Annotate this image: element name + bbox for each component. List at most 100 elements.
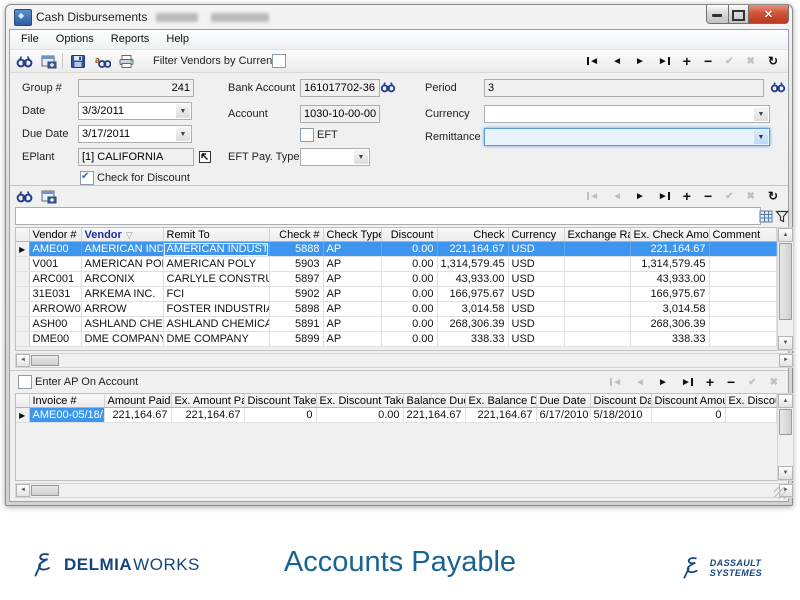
- scroll-left-icon[interactable]: ◄: [16, 354, 30, 367]
- due-date-combo[interactable]: 3/17/2011▼: [78, 125, 192, 143]
- maximize-button[interactable]: [728, 5, 749, 24]
- bank-account-search-icon[interactable]: [380, 78, 397, 93]
- column-header[interactable]: Ex. Check Amount: [630, 228, 709, 242]
- grid-view-icon[interactable]: [759, 208, 776, 223]
- nav-delete-button[interactable]: −: [704, 188, 712, 204]
- cell[interactable]: AME00-05/18/10: [29, 408, 104, 423]
- cell[interactable]: [564, 317, 630, 332]
- cell[interactable]: 5899: [269, 332, 323, 347]
- chevron-down-icon[interactable]: ▼: [754, 107, 768, 121]
- column-header[interactable]: Remit To: [163, 228, 269, 242]
- cell[interactable]: [564, 302, 630, 317]
- menu-file[interactable]: File: [14, 30, 46, 45]
- cell[interactable]: [564, 287, 630, 302]
- eft-pay-type-combo[interactable]: ▼: [300, 148, 370, 166]
- cell[interactable]: [564, 257, 630, 272]
- table-row[interactable]: ARC001ARCONIXCARLYLE CONSTRUCTI5897AP0.0…: [16, 272, 776, 287]
- find-icon[interactable]: [16, 188, 33, 203]
- cell[interactable]: DME COMPANY: [163, 332, 269, 347]
- cell[interactable]: 338.33: [630, 332, 709, 347]
- cell[interactable]: AP: [323, 272, 381, 287]
- scroll-down-icon[interactable]: ▼: [778, 466, 793, 480]
- cell[interactable]: DME00: [29, 332, 81, 347]
- group-field[interactable]: 241: [78, 79, 194, 97]
- remittance-type-combo[interactable]: ▼: [484, 128, 770, 146]
- vendor-search-input[interactable]: [15, 207, 761, 225]
- cell[interactable]: 43,933.00: [437, 272, 508, 287]
- nav-prev-button[interactable]: ◄: [612, 191, 622, 202]
- cell[interactable]: 5888: [269, 242, 323, 257]
- eft-checkbox[interactable]: [300, 128, 314, 142]
- nav-next-button[interactable]: ►: [635, 56, 645, 67]
- cell[interactable]: AMERICAN POLY: [163, 257, 269, 272]
- column-header[interactable]: Ex. Balance Due: [465, 394, 536, 408]
- column-header[interactable]: Ex. Amount Paid: [171, 394, 244, 408]
- cell[interactable]: 0.00: [316, 408, 403, 423]
- cell[interactable]: AMERICAN POLY: [81, 257, 163, 272]
- cell[interactable]: 0: [651, 408, 725, 423]
- cell[interactable]: [564, 242, 630, 257]
- nav-last-button[interactable]: ►: [658, 56, 670, 67]
- cell[interactable]: [709, 287, 776, 302]
- cell[interactable]: AME00: [29, 242, 81, 257]
- cell[interactable]: 5898: [269, 302, 323, 317]
- cell[interactable]: AP: [323, 302, 381, 317]
- nav-prev-button[interactable]: ◄: [612, 56, 622, 67]
- scroll-thumb[interactable]: [31, 355, 59, 366]
- period-field[interactable]: 3: [484, 79, 764, 97]
- cell[interactable]: 5897: [269, 272, 323, 287]
- scroll-right-icon[interactable]: ►: [779, 354, 793, 367]
- nav-first-button[interactable]: ◄: [587, 191, 599, 202]
- nav-last-button[interactable]: ►: [658, 191, 670, 202]
- cell[interactable]: 0.00: [381, 272, 437, 287]
- cell[interactable]: CARLYLE CONSTRUCTI: [163, 272, 269, 287]
- nav-refresh-button[interactable]: ↻: [768, 54, 778, 68]
- cell[interactable]: [564, 272, 630, 287]
- column-header[interactable]: Ex. Discount Taken: [316, 394, 403, 408]
- column-header[interactable]: Check #: [269, 228, 323, 242]
- table-row[interactable]: V001AMERICAN POLYAMERICAN POLY5903AP0.00…: [16, 257, 776, 272]
- cell[interactable]: 3,014.58: [437, 302, 508, 317]
- currency-combo[interactable]: ▼: [484, 105, 770, 123]
- filter-funnel-icon[interactable]: [775, 208, 792, 223]
- find-replace-icon[interactable]: a: [94, 53, 111, 68]
- nav-delete-button[interactable]: −: [704, 53, 712, 69]
- cell[interactable]: 3,014.58: [630, 302, 709, 317]
- nav-next-button[interactable]: ►: [658, 377, 668, 388]
- cell[interactable]: DME COMPANY: [81, 332, 163, 347]
- table-row[interactable]: ▶AME00AMERICAN INDUSAMERICAN INDUSTRIAL5…: [16, 242, 776, 257]
- minimize-button[interactable]: [706, 5, 729, 24]
- cell[interactable]: USD: [508, 317, 564, 332]
- find-icon[interactable]: [16, 53, 33, 68]
- nav-insert-button[interactable]: +: [683, 53, 691, 69]
- cell[interactable]: 221,164.67: [403, 408, 465, 423]
- cell[interactable]: 6/17/2010: [536, 408, 590, 423]
- ap-hscrollbar[interactable]: ◄ ►: [15, 483, 794, 498]
- cell[interactable]: ASHLAND CHEMIC: [81, 317, 163, 332]
- cell[interactable]: AP: [323, 332, 381, 347]
- resize-grip[interactable]: [774, 487, 786, 499]
- cell[interactable]: ARROW00: [29, 302, 81, 317]
- nav-post-button[interactable]: ✔: [725, 191, 733, 202]
- nav-cancel-button[interactable]: ✖: [770, 377, 778, 388]
- nav-post-button[interactable]: ✔: [748, 377, 756, 388]
- cell[interactable]: [709, 257, 776, 272]
- nav-delete-button[interactable]: −: [727, 374, 735, 390]
- column-header[interactable]: Check Type: [323, 228, 381, 242]
- scroll-up-icon[interactable]: ▲: [778, 394, 793, 408]
- cell[interactable]: 0.00: [381, 242, 437, 257]
- filter-vendors-checkbox[interactable]: [272, 54, 286, 68]
- eplant-field[interactable]: [1] CALIFORNIA: [78, 148, 194, 166]
- cell[interactable]: ARCONIX: [81, 272, 163, 287]
- cell[interactable]: 268,306.39: [437, 317, 508, 332]
- cell[interactable]: V001: [29, 257, 81, 272]
- cell[interactable]: 0.00: [381, 257, 437, 272]
- scroll-thumb[interactable]: [779, 243, 792, 320]
- nav-cancel-button[interactable]: ✖: [747, 191, 755, 202]
- cell[interactable]: [725, 408, 776, 423]
- column-header[interactable]: Check: [437, 228, 508, 242]
- chevron-down-icon[interactable]: ▼: [176, 104, 190, 118]
- cell[interactable]: 1,314,579.45: [630, 257, 709, 272]
- column-header[interactable]: Vendor▽: [81, 228, 163, 242]
- chevron-down-icon[interactable]: ▼: [354, 150, 368, 164]
